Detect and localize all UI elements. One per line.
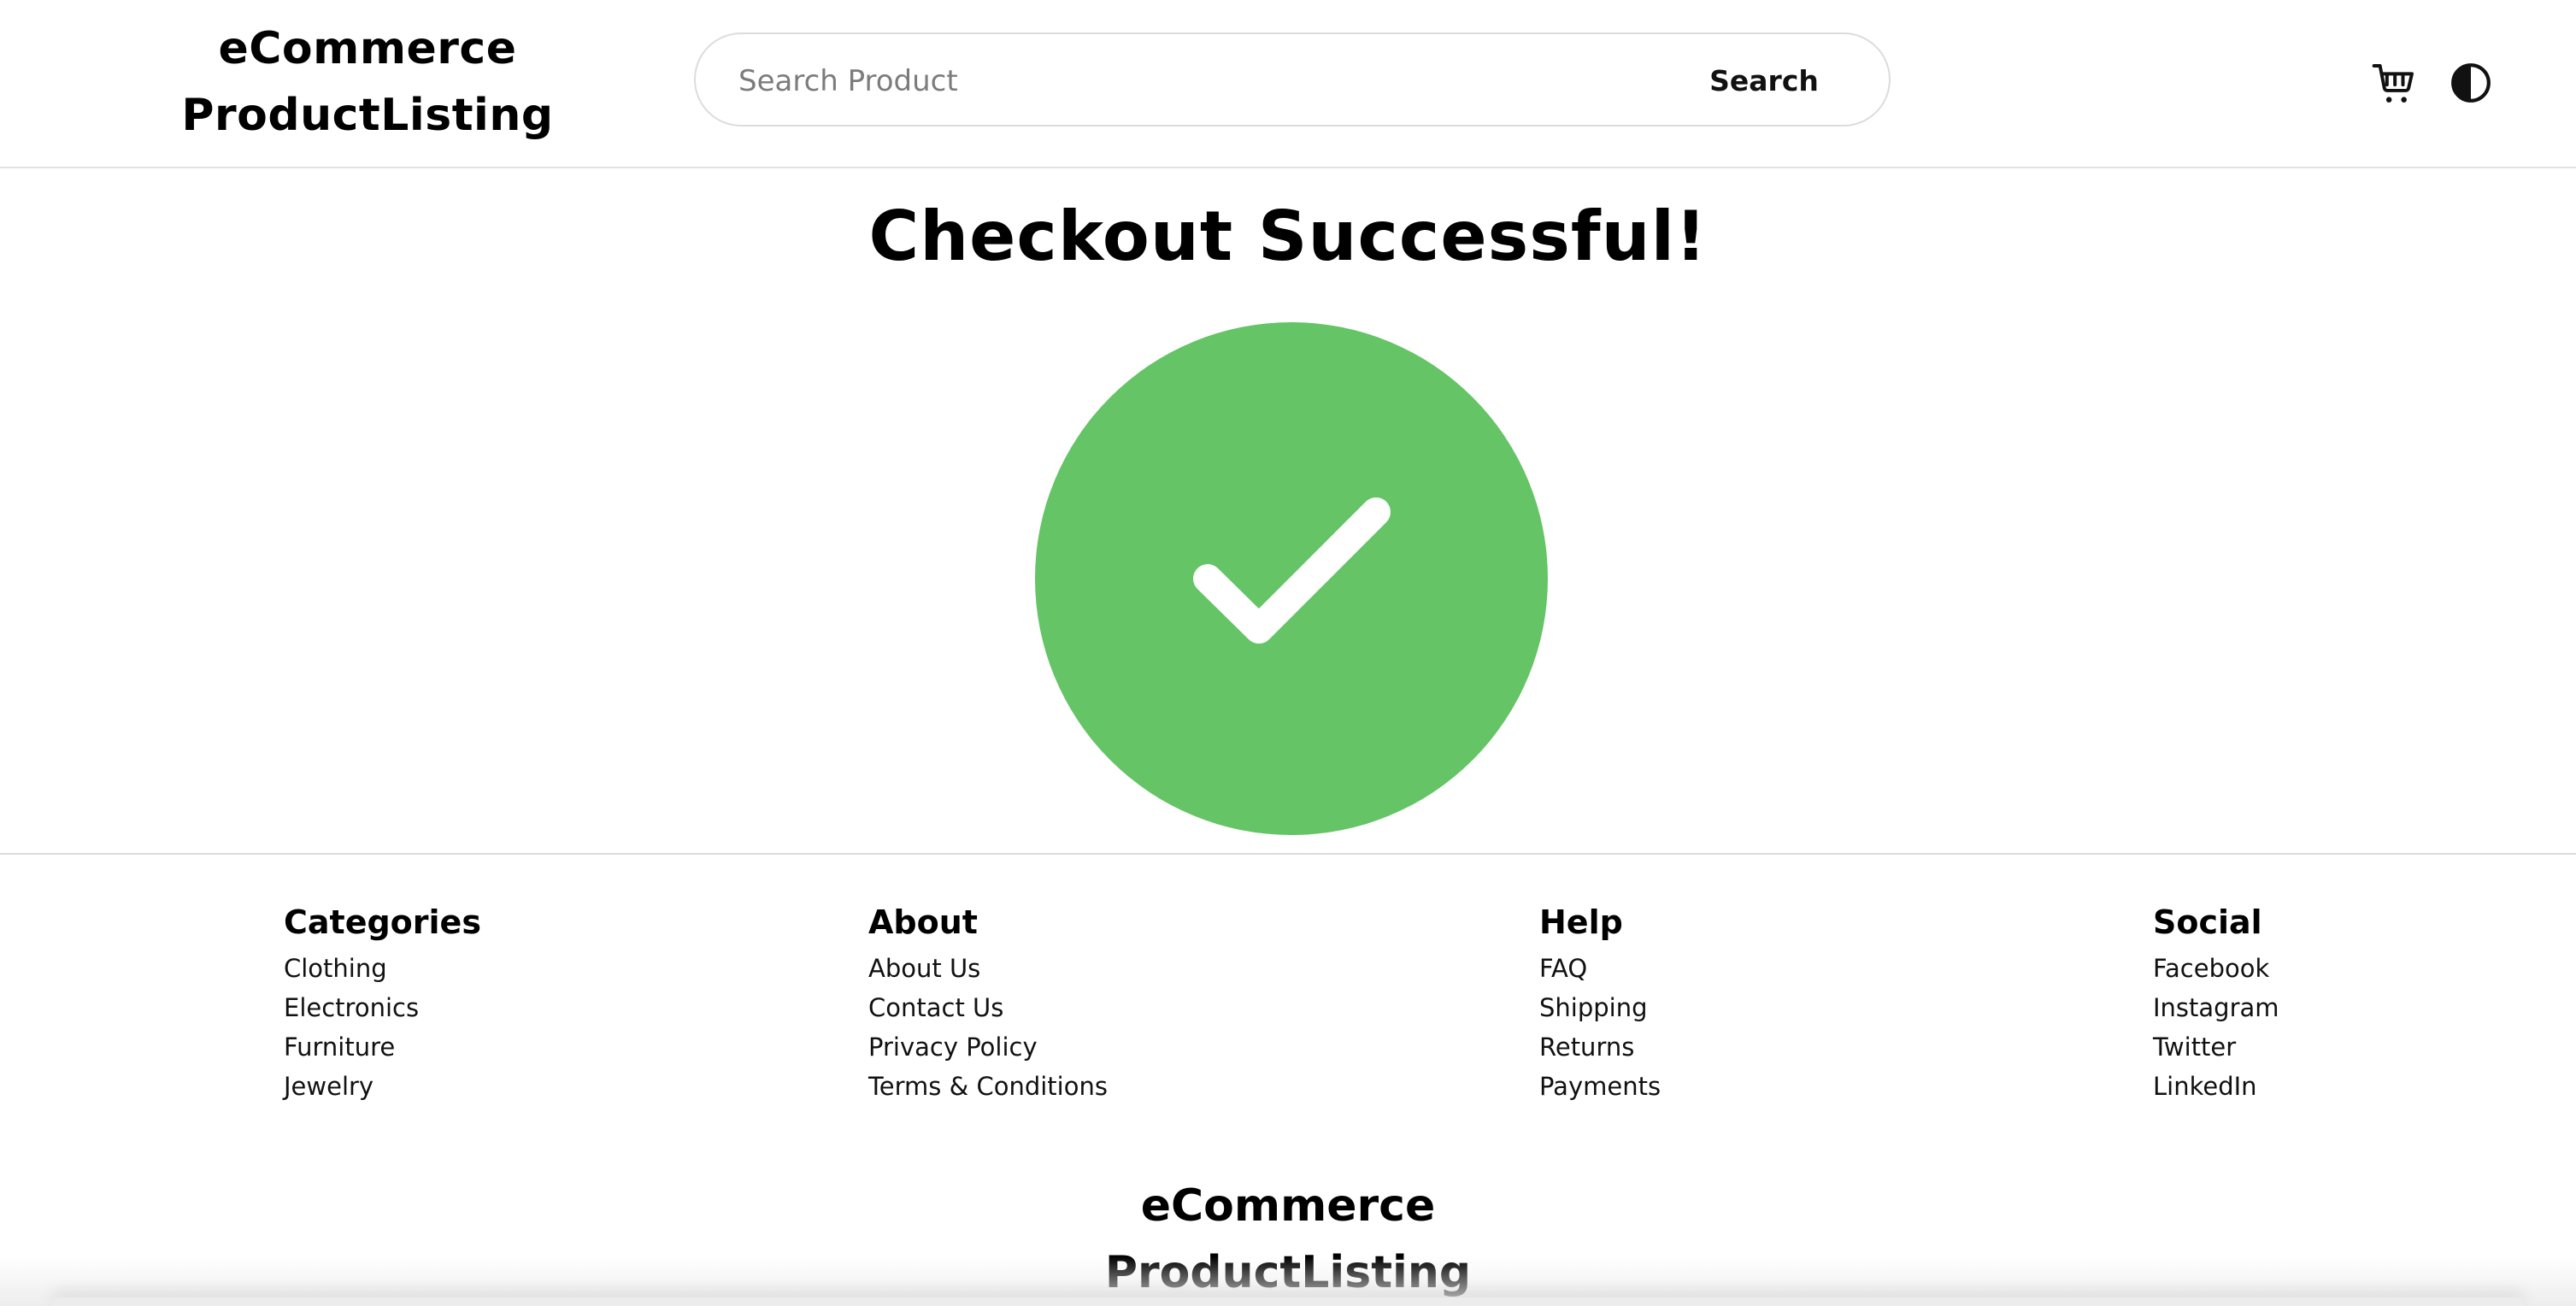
search-button[interactable]: Search (1679, 53, 1850, 108)
footer-heading-about: About (868, 903, 978, 941)
footer-heading-help: Help (1539, 903, 1623, 941)
search-input[interactable] (738, 56, 1593, 107)
footer-link-payments[interactable]: Payments (1539, 1067, 1661, 1106)
footer-link-facebook[interactable]: Facebook (2153, 949, 2279, 988)
footer-link-jewelry[interactable]: Jewelry (284, 1067, 481, 1106)
theme-toggle-button[interactable] (2450, 62, 2492, 104)
footer-column-categories: Categories Clothing Electronics Furnitur… (284, 899, 481, 1106)
footer-logo[interactable]: eCommerce ProductListing (0, 1173, 2576, 1306)
check-circle-icon (1035, 322, 1548, 835)
footer-heading-social: Social (2153, 903, 2262, 941)
footer-link-electronics[interactable]: Electronics (284, 988, 481, 1027)
shopping-cart-icon (2372, 64, 2414, 103)
footer-column-help: Help FAQ Shipping Returns Payments (1539, 899, 1661, 1106)
theme-toggle-icon (2451, 63, 2491, 103)
site-header: eCommerce ProductListing Search (0, 0, 2576, 168)
cart-button[interactable] (2370, 60, 2418, 108)
logo-line-1: eCommerce (218, 23, 517, 74)
footer-link-furniture[interactable]: Furniture (284, 1027, 481, 1067)
footer-link-twitter[interactable]: Twitter (2153, 1027, 2279, 1067)
search-bar: Search (694, 32, 1891, 126)
footer-link-returns[interactable]: Returns (1539, 1027, 1661, 1067)
section-divider (0, 853, 2576, 855)
footer-column-about: About About Us Contact Us Privacy Policy… (868, 899, 1108, 1106)
footer-link-terms[interactable]: Terms & Conditions (868, 1067, 1108, 1106)
footer-link-faq[interactable]: FAQ (1539, 949, 1661, 988)
footer-logo-line-2: ProductListing (1104, 1247, 1472, 1298)
footer-column-social: Social Facebook Instagram Twitter Linked… (2153, 899, 2279, 1106)
footer-link-contact-us[interactable]: Contact Us (868, 988, 1108, 1027)
footer-logo-line-1: eCommerce (1140, 1180, 1436, 1232)
footer-link-linkedin[interactable]: LinkedIn (2153, 1067, 2279, 1106)
footer-link-shipping[interactable]: Shipping (1539, 988, 1661, 1027)
bottom-sheet-edge (51, 1297, 2525, 1306)
footer-link-clothing[interactable]: Clothing (284, 949, 481, 988)
footer-link-privacy-policy[interactable]: Privacy Policy (868, 1027, 1108, 1067)
page-title: Checkout Successful! (868, 197, 1708, 276)
site-logo[interactable]: eCommerce ProductListing (145, 15, 590, 149)
footer-heading-categories: Categories (284, 903, 481, 941)
logo-line-2: ProductListing (181, 90, 554, 141)
footer-link-about-us[interactable]: About Us (868, 949, 1108, 988)
footer-link-instagram[interactable]: Instagram (2153, 988, 2279, 1027)
